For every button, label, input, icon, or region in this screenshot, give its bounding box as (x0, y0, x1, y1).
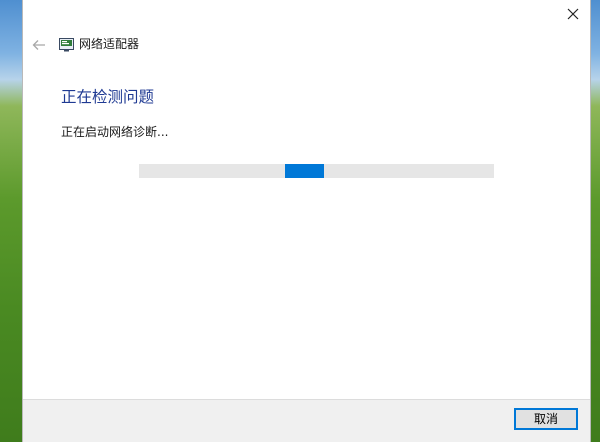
progress-indicator (284, 164, 324, 178)
close-icon (567, 8, 579, 20)
back-button[interactable] (30, 36, 48, 54)
progress-bar (139, 164, 494, 178)
status-text: 正在启动网络诊断... (61, 125, 169, 139)
close-button[interactable] (560, 3, 586, 25)
back-arrow-icon (32, 40, 45, 50)
cancel-button[interactable]: 取消 (514, 408, 578, 430)
network-adapter-icon (59, 38, 74, 52)
troubleshooter-dialog: 网络适配器 正在检测问题 正在启动网络诊断... 取消 (22, 0, 591, 442)
dialog-footer: 取消 (23, 399, 590, 442)
window-title: 网络适配器 (79, 37, 140, 51)
page-heading: 正在检测问题 (61, 88, 155, 106)
